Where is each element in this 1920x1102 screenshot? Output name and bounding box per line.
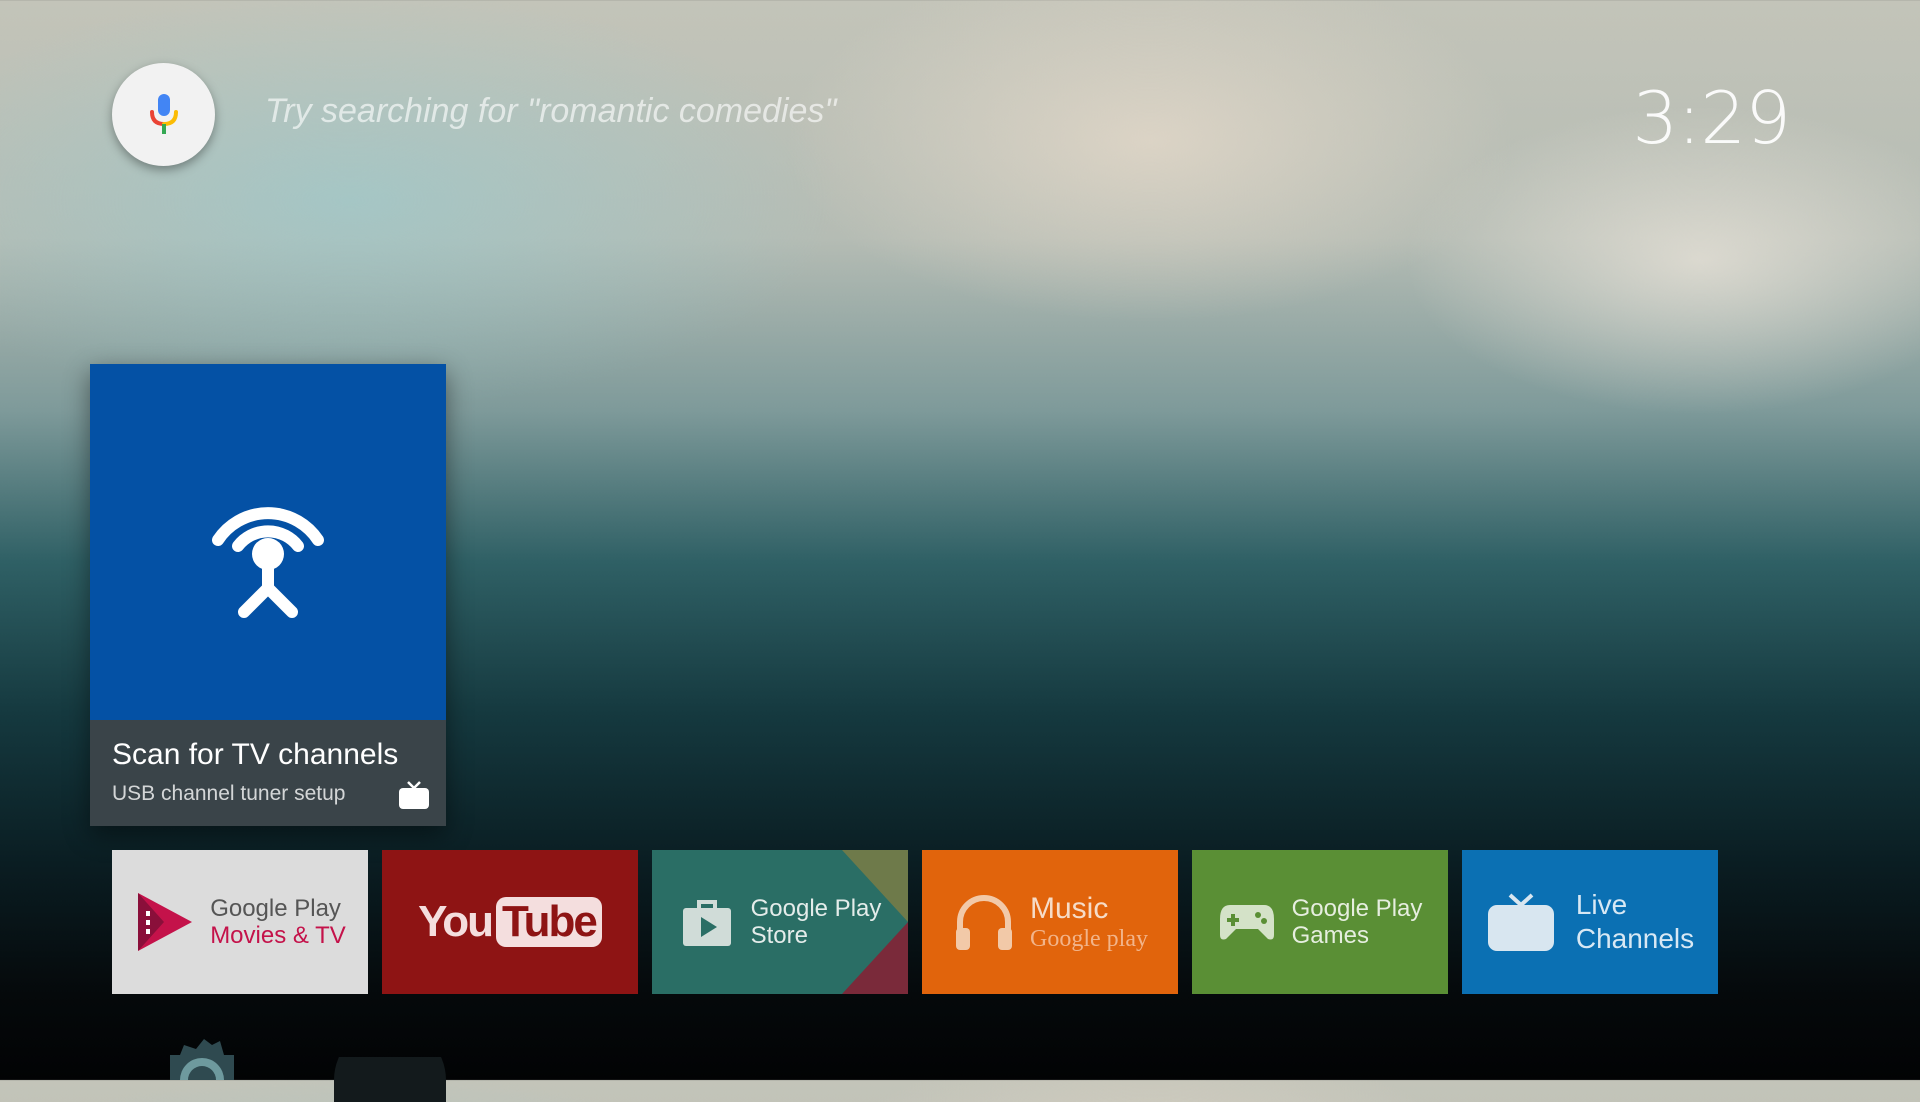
featured-card-subtitle: USB channel tuner setup bbox=[112, 782, 346, 805]
app-tile-youtube[interactable]: You Tube bbox=[382, 850, 638, 994]
headphones-icon bbox=[956, 895, 1012, 950]
tv-icon bbox=[1487, 893, 1554, 951]
youtube-logo: You Tube bbox=[418, 897, 602, 947]
featured-card-scan-channels[interactable]: Scan for TV channels USB channel tuner s… bbox=[90, 364, 446, 826]
app-label-line2: Movies & TV bbox=[210, 922, 346, 949]
mic-icon bbox=[149, 93, 178, 134]
apps-row: Google Play Movies & TV You Tube Google … bbox=[112, 850, 1718, 994]
app-tile-play-games-label: Google Play Games bbox=[1292, 895, 1423, 949]
app-tile-play-movies-label: Google Play Movies & TV bbox=[210, 895, 346, 949]
settings-gear-icon[interactable] bbox=[150, 1035, 250, 1080]
app-label-line1: Google Play bbox=[1291, 895, 1423, 922]
play-movies-icon bbox=[138, 893, 193, 951]
app-label-line2: Games bbox=[1291, 922, 1369, 949]
voice-search-button[interactable] bbox=[112, 63, 215, 166]
app-label-line2: Google play bbox=[1030, 925, 1148, 952]
app-tile-play-store-label: Google Play Store bbox=[751, 895, 882, 949]
antenna-broadcast-icon bbox=[212, 507, 324, 618]
app-tile-play-movies[interactable]: Google Play Movies & TV bbox=[112, 850, 368, 994]
app-label-line1: Google Play bbox=[750, 895, 882, 922]
search-hint[interactable]: Try searching for "romantic comedies" bbox=[265, 92, 836, 131]
youtube-logo-you: You bbox=[418, 897, 494, 946]
featured-card-art bbox=[90, 364, 446, 720]
youtube-logo-tube: Tube bbox=[496, 897, 602, 947]
tv-icon bbox=[399, 781, 429, 809]
app-label-line1: Music bbox=[1030, 891, 1109, 925]
app-tile-play-games[interactable]: Google Play Games bbox=[1192, 850, 1448, 994]
featured-card-title: Scan for TV channels bbox=[112, 738, 399, 771]
app-tile-music-label: Music Google play bbox=[1030, 892, 1148, 953]
clock: 3:29 bbox=[1632, 76, 1791, 160]
featured-card-info: Scan for TV channels USB channel tuner s… bbox=[90, 720, 446, 826]
app-tile-music[interactable]: Music Google play bbox=[922, 850, 1178, 994]
shopping-bag-icon bbox=[682, 900, 731, 946]
app-tile-live-channels[interactable]: Live Channels bbox=[1462, 850, 1718, 994]
app-label-line2: Store bbox=[750, 922, 808, 949]
app-label-line2: Channels bbox=[1575, 923, 1695, 954]
gamepad-icon bbox=[1219, 905, 1274, 940]
app-label-line1: Google Play bbox=[210, 895, 341, 922]
app-tile-live-channels-label: Live Channels bbox=[1576, 888, 1694, 956]
app-label-line1: Live bbox=[1575, 889, 1628, 920]
app-tile-play-store[interactable]: Google Play Store bbox=[652, 850, 908, 994]
